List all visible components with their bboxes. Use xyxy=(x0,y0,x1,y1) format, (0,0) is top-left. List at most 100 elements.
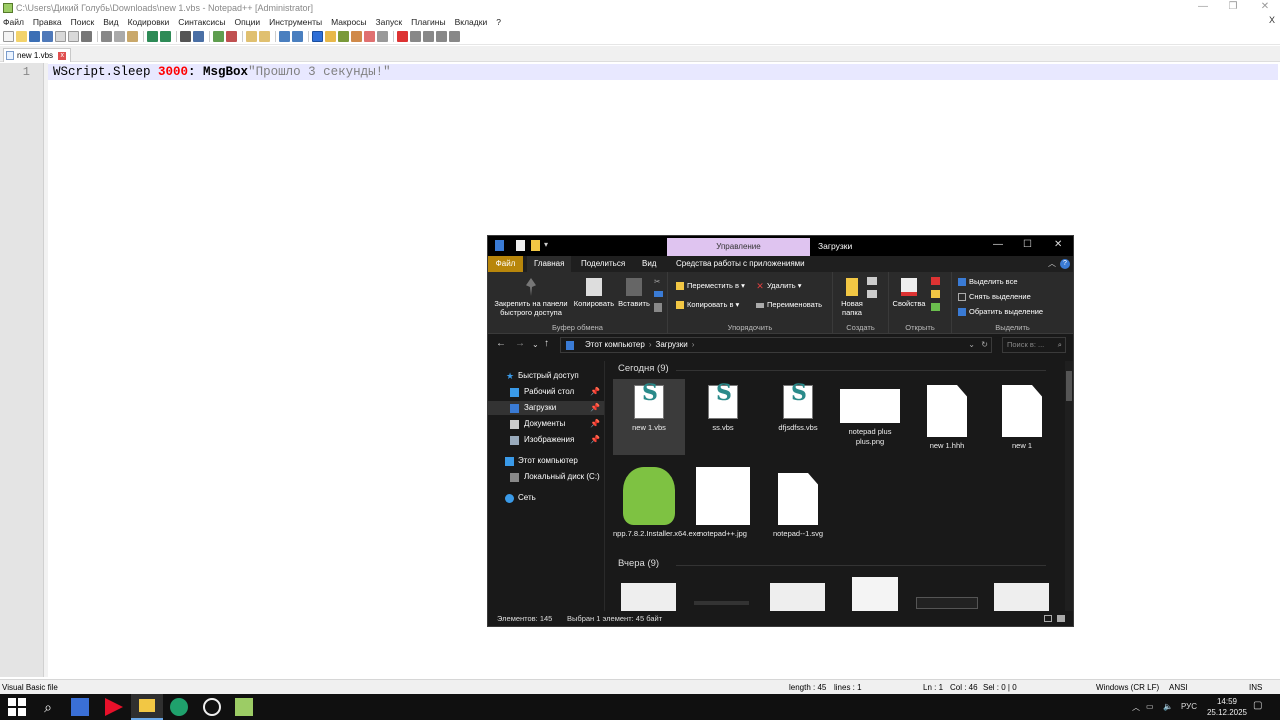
record-macro-icon[interactable] xyxy=(397,31,408,42)
nav-quick-access[interactable]: ★ Быстрый доступ xyxy=(488,369,604,383)
nav-downloads[interactable]: Загрузки 📌 xyxy=(488,401,604,415)
explorer-maximize-icon[interactable]: ☐ xyxy=(1023,239,1032,250)
python-file-icon[interactable] xyxy=(852,577,898,611)
file-item[interactable]: npp.7.8.2.Installer.x64.exe xyxy=(613,465,701,539)
collapse-ribbon-icon[interactable]: ︿ xyxy=(1048,258,1056,269)
file-item[interactable]: new 1.hhh xyxy=(911,379,983,451)
udl-icon[interactable] xyxy=(325,31,336,42)
menu-help[interactable]: ? xyxy=(496,17,501,27)
menu-view[interactable]: Вид xyxy=(103,17,118,27)
delete-button[interactable]: ✕ Удалить ▾ xyxy=(756,281,801,291)
restore-icon[interactable]: ❐ xyxy=(1218,0,1248,15)
menu-file[interactable]: Файл xyxy=(3,17,24,27)
nav-this-pc[interactable]: Этот компьютер xyxy=(488,454,604,468)
explorer-close-icon[interactable]: ✕ xyxy=(1054,239,1062,250)
breadcrumb-this-pc[interactable]: Этот компьютер xyxy=(585,340,645,349)
edge-browser-icon[interactable] xyxy=(170,698,188,716)
new-folder-button[interactable]: Новая папка xyxy=(835,278,869,317)
address-bar[interactable]: Этот компьютер › Загрузки › ⌄ ↻ xyxy=(560,337,992,353)
menu-tools[interactable]: Инструменты xyxy=(269,17,322,27)
menu-language[interactable]: Синтаксисы xyxy=(178,17,225,27)
file-item[interactable]: notepad--1.svg xyxy=(762,465,834,539)
word-wrap-icon[interactable] xyxy=(279,31,290,42)
tray-chevron-up-icon[interactable]: ︿ xyxy=(1132,702,1140,713)
history-icon[interactable] xyxy=(931,303,940,311)
copy-button[interactable]: Копировать xyxy=(572,278,616,308)
large-icons-view-icon[interactable] xyxy=(1057,615,1065,622)
function-list-icon[interactable] xyxy=(351,31,362,42)
settings-file-icon[interactable] xyxy=(621,583,676,611)
pin-quick-access-button[interactable]: Закрепить на панели быстрого доступа xyxy=(492,278,570,317)
breadcrumb-downloads[interactable]: Загрузки xyxy=(656,340,688,349)
menu-macro[interactable]: Макросы xyxy=(331,17,366,27)
monitor-icon[interactable] xyxy=(377,31,388,42)
invert-selection-button[interactable]: Обратить выделение xyxy=(958,307,1043,317)
menu-window[interactable]: Вкладки xyxy=(455,17,488,27)
file-item[interactable]: notepad++.jpg xyxy=(687,465,759,539)
paste-shortcut-icon[interactable] xyxy=(654,303,662,312)
file-thumbnail[interactable] xyxy=(694,601,749,605)
nav-documents[interactable]: Документы 📌 xyxy=(488,417,604,431)
paste-button[interactable]: Вставить xyxy=(616,278,652,308)
up-arrow-icon[interactable]: ↑ xyxy=(544,338,549,349)
copy-icon[interactable] xyxy=(114,31,125,42)
menu-search[interactable]: Поиск xyxy=(71,17,95,27)
tab-file[interactable]: Файл xyxy=(488,256,523,272)
file-item[interactable]: dfjsdfss.vbs xyxy=(762,379,834,433)
properties-quick-icon[interactable] xyxy=(516,240,525,251)
file-item[interactable]: ss.vbs xyxy=(687,379,759,433)
indent-guide-icon[interactable] xyxy=(312,31,323,42)
sync-h-icon[interactable] xyxy=(259,31,270,42)
file-item[interactable]: new 1 xyxy=(986,379,1058,451)
sync-v-icon[interactable] xyxy=(246,31,257,42)
menu-encoding[interactable]: Кодировки xyxy=(128,17,170,27)
redo-icon[interactable] xyxy=(160,31,171,42)
tab-share[interactable]: Поделиться xyxy=(574,256,632,272)
replace-icon[interactable] xyxy=(193,31,204,42)
nav-pictures[interactable]: Изображения 📌 xyxy=(488,433,604,447)
windows-start-icon[interactable] xyxy=(8,698,26,716)
find-icon[interactable] xyxy=(180,31,191,42)
select-all-button[interactable]: Выделить все xyxy=(958,277,1018,287)
status-ins[interactable]: INS xyxy=(1249,683,1262,692)
obs-icon[interactable] xyxy=(203,698,221,716)
recent-chevron-down-icon[interactable]: ⌄ xyxy=(532,340,539,349)
quick-access-dropdown-icon[interactable]: ▾ xyxy=(544,240,550,251)
back-arrow-icon[interactable]: ← xyxy=(496,338,506,349)
save-macro-icon[interactable] xyxy=(449,31,460,42)
rename-button[interactable]: Переименовать xyxy=(756,300,822,309)
doc-map-icon[interactable] xyxy=(338,31,349,42)
menu-edit[interactable]: Правка xyxy=(33,17,62,27)
close-icon[interactable]: ✕ xyxy=(1250,0,1280,15)
zoom-in-icon[interactable] xyxy=(213,31,224,42)
undo-icon[interactable] xyxy=(147,31,158,42)
file-thumbnail[interactable] xyxy=(916,597,978,609)
menu-run[interactable]: Запуск xyxy=(376,17,403,27)
close-all-icon[interactable] xyxy=(68,31,79,42)
cut-icon[interactable]: ✂ xyxy=(654,277,660,286)
group-header-yesterday[interactable]: Вчера (9) xyxy=(618,558,659,569)
network-tray-icon[interactable]: ▭ xyxy=(1146,702,1154,711)
save-all-icon[interactable] xyxy=(42,31,53,42)
easy-access-icon[interactable] xyxy=(867,290,877,298)
copy-path-icon[interactable] xyxy=(654,291,663,297)
explorer-minimize-icon[interactable]: — xyxy=(993,239,1003,250)
forward-arrow-icon[interactable]: → xyxy=(515,338,525,349)
show-all-chars-icon[interactable] xyxy=(292,31,303,42)
address-dropdown-icon[interactable]: ⌄ xyxy=(968,338,975,352)
settings-file-icon[interactable] xyxy=(994,583,1049,611)
print-icon[interactable] xyxy=(81,31,92,42)
run-macro-multiple-icon[interactable] xyxy=(436,31,447,42)
paste-icon[interactable] xyxy=(127,31,138,42)
nav-network[interactable]: Сеть xyxy=(488,491,604,505)
notepad-plus-plus-icon[interactable] xyxy=(235,698,253,716)
properties-button[interactable]: Свойства xyxy=(891,278,927,308)
minimize-icon[interactable]: — xyxy=(1188,0,1218,15)
menu-settings[interactable]: Опции xyxy=(235,17,261,27)
details-view-icon[interactable] xyxy=(1044,615,1052,622)
help-icon[interactable]: ? xyxy=(1060,259,1070,269)
language-indicator[interactable]: РУС xyxy=(1181,702,1197,711)
select-none-button[interactable]: Снять выделение xyxy=(958,292,1031,302)
context-tab-manage[interactable]: Управление xyxy=(667,238,810,256)
group-header-today[interactable]: Сегодня (9) xyxy=(618,363,669,374)
